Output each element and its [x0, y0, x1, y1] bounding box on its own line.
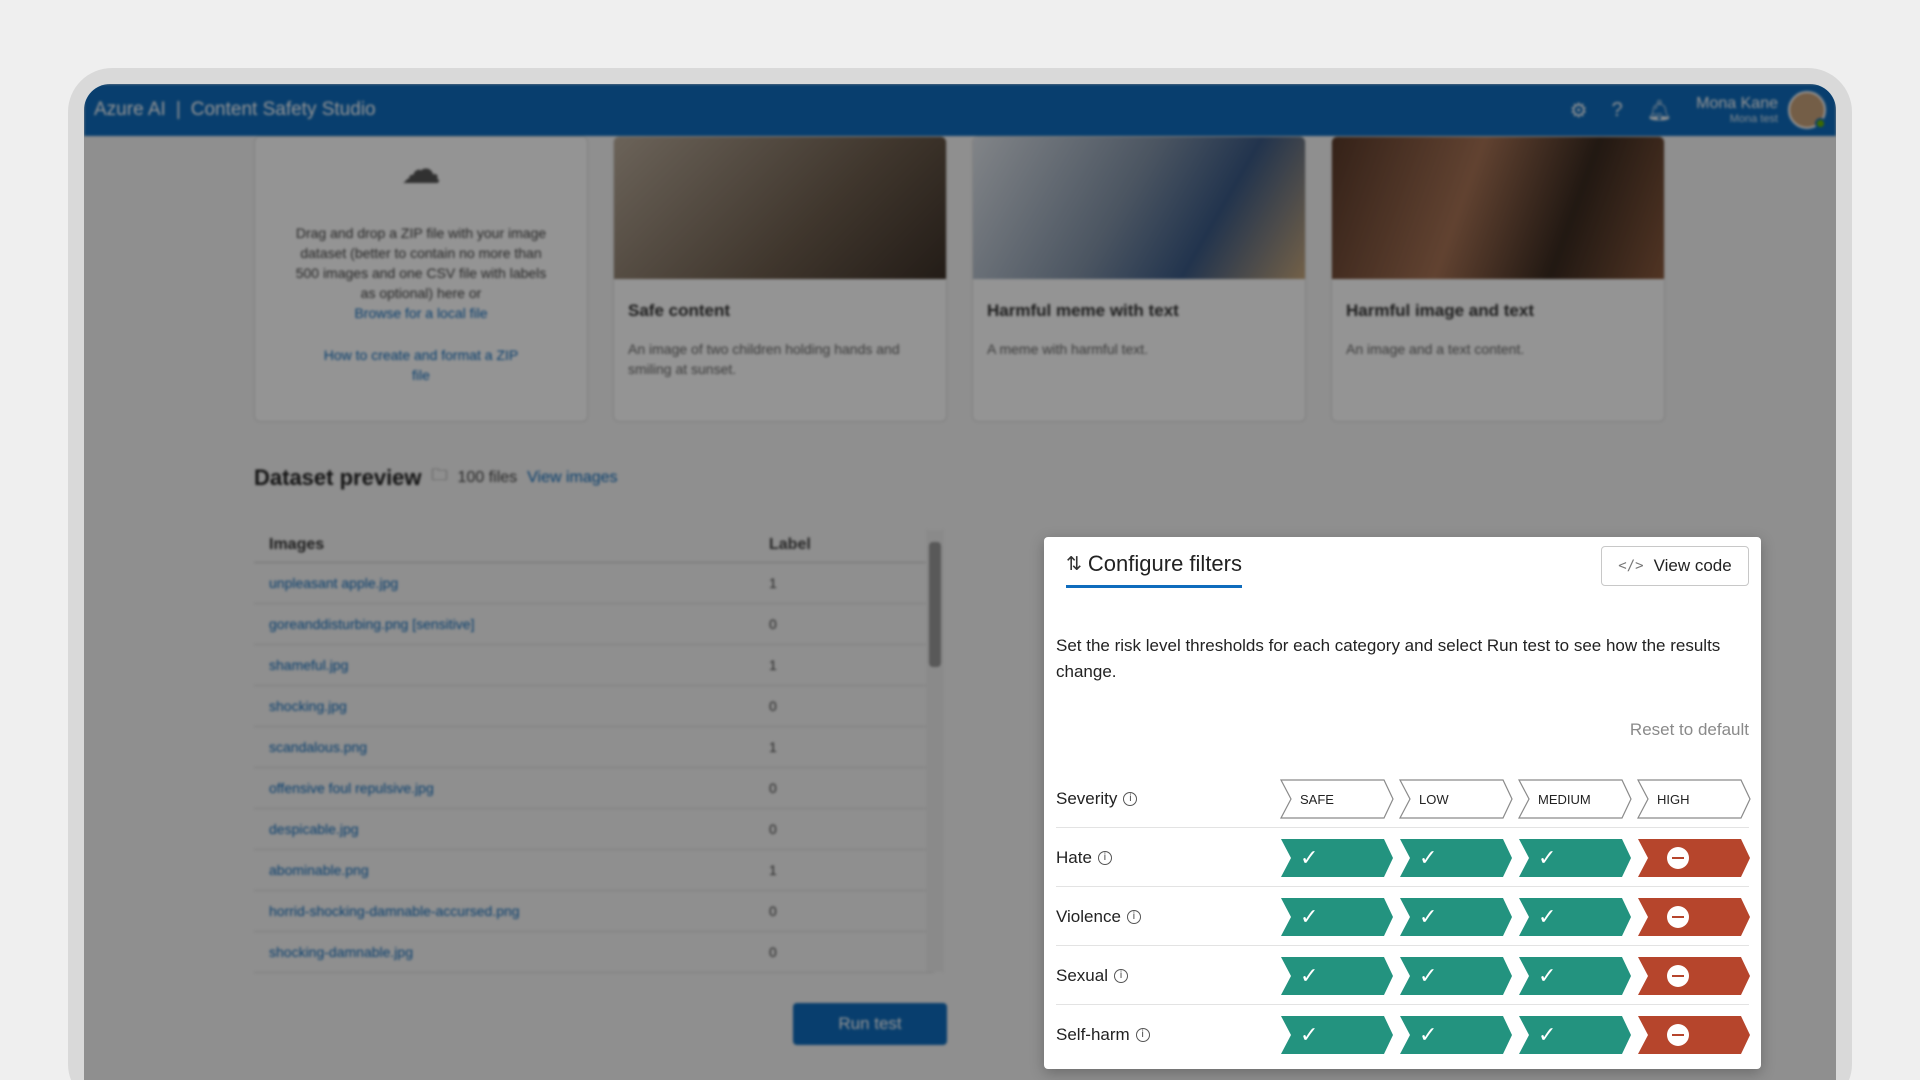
- checkmark-icon: ✓: [1538, 904, 1557, 929]
- threshold-toggle-allow[interactable]: ✓: [1518, 1015, 1632, 1055]
- threshold-grid: Severity i SAFE LOW MEDIUM HIGH Hate i ✓ ✓ ✓ Vio…: [1044, 769, 1761, 1064]
- threshold-toggle-block[interactable]: [1637, 838, 1751, 878]
- block-icon: [1667, 965, 1689, 987]
- checkmark-icon: ✓: [1300, 904, 1319, 929]
- info-icon[interactable]: i: [1097, 850, 1112, 865]
- threshold-toggle-block[interactable]: [1637, 897, 1751, 937]
- checkmark-icon: ✓: [1419, 963, 1438, 988]
- configure-filters-panel: ⇅ Configure filters </> View code Set th…: [1044, 537, 1761, 1069]
- view-code-label: View code: [1653, 556, 1732, 575]
- threshold-toggles: ✓ ✓ ✓: [1280, 956, 1751, 996]
- checkmark-icon: ✓: [1300, 963, 1319, 988]
- severity-level-low: LOW: [1399, 779, 1513, 819]
- info-icon[interactable]: i: [1135, 1027, 1150, 1042]
- block-icon: [1667, 906, 1689, 928]
- category-label-wrap: Sexual i: [1056, 946, 1128, 1005]
- code-icon: </>: [1618, 558, 1644, 574]
- reset-to-default-button[interactable]: Reset to default: [1630, 720, 1749, 740]
- severity-levels: SAFE LOW MEDIUM HIGH: [1280, 779, 1751, 819]
- category-row-hate: Hate i ✓ ✓ ✓: [1056, 828, 1751, 887]
- threshold-toggle-allow[interactable]: ✓: [1518, 897, 1632, 937]
- threshold-toggles: ✓ ✓ ✓: [1280, 1015, 1751, 1055]
- tab-configure-filters[interactable]: ⇅ Configure filters: [1066, 551, 1242, 588]
- threshold-toggle-allow[interactable]: ✓: [1399, 897, 1513, 937]
- threshold-toggle-allow[interactable]: ✓: [1399, 838, 1513, 878]
- severity-level-high: HIGH: [1637, 779, 1751, 819]
- severity-level-label: SAFE: [1300, 791, 1334, 807]
- threshold-toggle-allow[interactable]: ✓: [1280, 956, 1394, 996]
- app-screen: Azure AI | Content Safety Studio ⚙ ? 🔔︎ …: [84, 84, 1836, 1080]
- checkmark-icon: ✓: [1300, 1022, 1319, 1047]
- threshold-toggle-allow[interactable]: ✓: [1518, 956, 1632, 996]
- severity-level-label: LOW: [1419, 791, 1449, 807]
- threshold-toggle-block[interactable]: [1637, 956, 1751, 996]
- severity-label: Severity: [1056, 788, 1118, 808]
- threshold-toggle-allow[interactable]: ✓: [1399, 1015, 1513, 1055]
- info-icon[interactable]: i: [1123, 791, 1138, 806]
- severity-level-label: MEDIUM: [1538, 791, 1591, 807]
- checkmark-icon: ✓: [1419, 1022, 1438, 1047]
- category-row-self-harm: Self-harm i ✓ ✓ ✓: [1056, 1005, 1751, 1064]
- panel-title: Configure filters: [1087, 551, 1242, 576]
- category-label-wrap: Self-harm i: [1056, 1005, 1150, 1064]
- sort-arrows-icon: ⇅: [1066, 553, 1082, 575]
- severity-row: Severity i SAFE LOW MEDIUM HIGH: [1056, 769, 1751, 828]
- threshold-toggle-allow[interactable]: ✓: [1399, 956, 1513, 996]
- severity-level-medium: MEDIUM: [1518, 779, 1632, 819]
- threshold-toggles: ✓ ✓ ✓: [1280, 897, 1751, 937]
- checkmark-icon: ✓: [1300, 845, 1319, 870]
- threshold-toggle-allow[interactable]: ✓: [1280, 838, 1394, 878]
- category-label: Self-harm: [1056, 1024, 1130, 1044]
- category-label-wrap: Violence i: [1056, 887, 1141, 946]
- category-row-sexual: Sexual i ✓ ✓ ✓: [1056, 946, 1751, 1005]
- checkmark-icon: ✓: [1538, 963, 1557, 988]
- threshold-toggle-allow[interactable]: ✓: [1280, 897, 1394, 937]
- checkmark-icon: ✓: [1419, 904, 1438, 929]
- info-icon[interactable]: i: [1113, 968, 1128, 983]
- panel-description: Set the risk level thresholds for each c…: [1056, 636, 1721, 681]
- category-row-violence: Violence i ✓ ✓ ✓: [1056, 887, 1751, 946]
- category-label: Sexual: [1056, 965, 1108, 985]
- threshold-toggle-block[interactable]: [1637, 1015, 1751, 1055]
- checkmark-icon: ✓: [1419, 845, 1438, 870]
- view-code-button[interactable]: </> View code: [1601, 546, 1749, 586]
- checkmark-icon: ✓: [1538, 1022, 1557, 1047]
- category-label-wrap: Hate i: [1056, 828, 1112, 887]
- checkmark-icon: ✓: [1538, 845, 1557, 870]
- severity-level-label: HIGH: [1657, 791, 1690, 807]
- block-icon: [1667, 847, 1689, 869]
- severity-label-wrap: Severity i: [1056, 769, 1138, 828]
- severity-level-safe: SAFE: [1280, 779, 1394, 819]
- threshold-toggle-allow[interactable]: ✓: [1518, 838, 1632, 878]
- category-label: Violence: [1056, 906, 1121, 926]
- block-icon: [1667, 1024, 1689, 1046]
- category-label: Hate: [1056, 847, 1092, 867]
- threshold-toggle-allow[interactable]: ✓: [1280, 1015, 1394, 1055]
- info-icon[interactable]: i: [1126, 909, 1141, 924]
- threshold-toggles: ✓ ✓ ✓: [1280, 838, 1751, 878]
